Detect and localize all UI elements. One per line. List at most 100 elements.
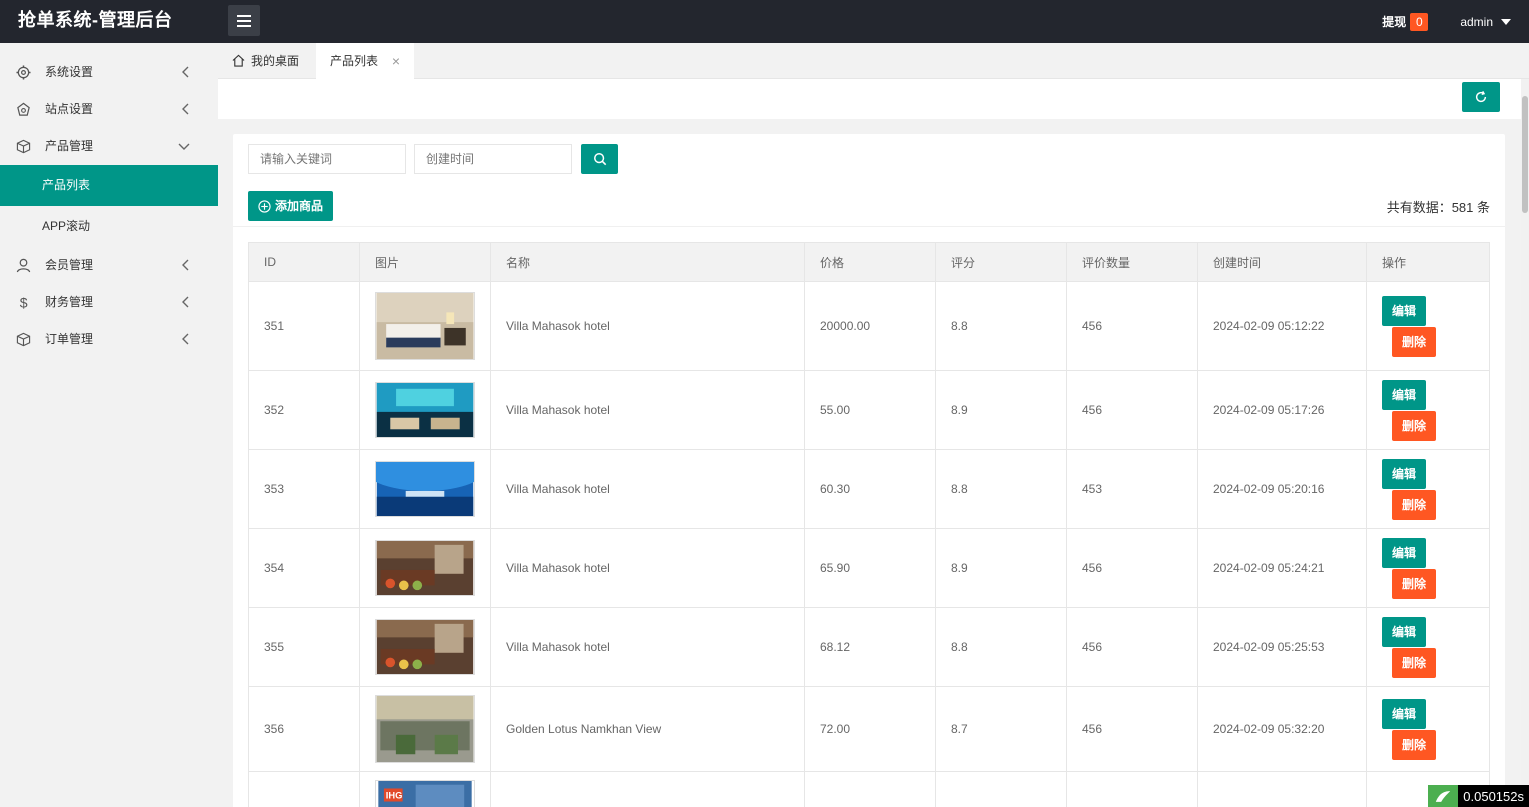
withdraw-link[interactable]: 提现 [1382,13,1406,30]
table-row: 351 Villa Mahasok hotel 20000.00 8.8 456 2024… [248,281,1490,371]
user-menu[interactable]: admin [1460,15,1493,29]
keyword-search-input[interactable] [248,144,406,174]
edit-button[interactable]: 编辑 [1382,458,1426,489]
chevron-left-icon [181,247,190,285]
sidebar-item-label: 会员管理 [45,258,94,272]
header-right: 提现 0 admin [1382,0,1529,43]
product-image[interactable] [375,540,475,596]
chevron-left-icon [181,91,190,129]
sidebar-item-label: 站点设置 [45,102,94,116]
refresh-button[interactable] [1462,82,1500,112]
cell-created: 2024-02-09 05:12:22 [1197,281,1367,371]
total-count: 共有数据：581 条 [1386,200,1490,215]
page-toolbar [218,79,1521,119]
cell-image: IHG [359,771,491,807]
site-icon [17,102,30,116]
cell-created: 2024-02-09 05:20:16 [1197,449,1367,529]
page-scrollbar[interactable] [1521,79,1529,807]
cell-name: Villa Mahasok hotel [490,370,805,450]
table-row: IHG [248,771,1490,807]
delete-button[interactable]: 删除 [1392,568,1436,599]
column-header: 评分 [935,242,1067,282]
refresh-icon [1475,90,1487,103]
cell-score: 8.8 [935,449,1067,529]
add-product-label: 添加商品 [275,199,324,213]
product-image[interactable] [375,619,475,675]
cell-created: 2024-02-09 05:24:21 [1197,528,1367,608]
caret-down-icon[interactable] [1501,18,1511,25]
cell-name: Villa Mahasok hotel [490,449,805,529]
cell-price [804,771,936,807]
cell-image [359,281,491,371]
cell-reviews: 456 [1066,528,1198,608]
chevron-left-icon [181,54,190,92]
delete-button[interactable]: 删除 [1392,326,1436,357]
delete-button[interactable]: 删除 [1392,647,1436,678]
cell-score: 8.9 [935,370,1067,450]
cell-id: 355 [248,607,360,687]
tab-home[interactable]: 我的桌面 [232,43,299,79]
cell-id: 351 [248,281,360,371]
cell-reviews [1066,771,1198,807]
product-image[interactable] [375,461,475,517]
column-header: 图片 [359,242,491,282]
delete-button[interactable]: 删除 [1392,489,1436,520]
sidebar-item-site-settings[interactable]: 站点设置 [0,91,218,128]
svg-text:$: $ [20,295,28,310]
product-image[interactable] [375,695,475,763]
add-product-button[interactable]: 添加商品 [248,191,334,221]
sidebar-item-member-management[interactable]: 会员管理 [0,247,218,284]
chevron-down-icon [178,128,190,165]
app-title: 抢单系统-管理后台 [18,10,173,30]
tab-product-list[interactable]: 产品列表 × [316,43,414,79]
cell-created: 2024-02-09 05:25:53 [1197,607,1367,687]
table-row: 353 Villa Mahasok hotel 60.30 8.8 453 2024-02… [248,449,1490,529]
sidebar-item-app-scroll[interactable]: APP滚动 [0,206,218,247]
sidebar-item-product-list[interactable]: 产品列表 [0,165,218,206]
cell-actions: 编辑 删除 [1366,281,1490,371]
menu-toggle-button[interactable] [228,5,260,36]
cell-name: Villa Mahasok hotel [490,281,805,371]
created-time-input[interactable] [414,144,572,174]
product-image[interactable]: IHG [375,780,475,807]
dollar-icon: $ [20,295,28,310]
sidebar: 系统设置 站点设置 产品管理 产品列表 APP滚动 会员管理 $ 财务管理 订单… [0,43,218,807]
chevron-left-icon [181,284,190,322]
search-button[interactable] [581,144,618,174]
sidebar-item-product-management[interactable]: 产品管理 [0,128,218,165]
table-row: 356 Golden Lotus Namkhan View 72.00 8.7 456 2… [248,686,1490,772]
render-timer: 0.050152s [1428,785,1529,807]
svg-text:IHG: IHG [386,791,403,801]
cell-image [359,686,491,772]
sidebar-item-system-settings[interactable]: 系统设置 [0,54,218,91]
sidebar-item-label: 系统设置 [45,65,94,79]
cell-actions: 编辑 删除 [1366,607,1490,687]
edit-button[interactable]: 编辑 [1382,537,1426,568]
edit-button[interactable]: 编辑 [1382,616,1426,647]
close-icon[interactable]: × [392,43,400,79]
product-image[interactable] [375,292,475,360]
product-image[interactable] [375,382,475,438]
edit-button[interactable]: 编辑 [1382,379,1426,410]
gear-icon [16,65,31,80]
cell-id: 356 [248,686,360,772]
edit-button[interactable]: 编辑 [1382,295,1426,326]
delete-button[interactable]: 删除 [1392,410,1436,441]
column-header: 评价数量 [1066,242,1198,282]
cell-price: 60.30 [804,449,936,529]
user-icon [16,258,31,273]
scrollbar-thumb[interactable] [1522,96,1528,213]
cell-image [359,607,491,687]
column-header: 创建时间 [1197,242,1367,282]
edit-button[interactable]: 编辑 [1382,698,1426,729]
delete-button[interactable]: 删除 [1392,729,1436,760]
sidebar-item-finance-management[interactable]: $ 财务管理 [0,284,218,321]
column-header: 操作 [1366,242,1490,282]
tab-label: 产品列表 [330,54,379,68]
cell-score: 8.9 [935,528,1067,608]
cell-image [359,528,491,608]
sidebar-item-label: 订单管理 [45,332,94,346]
sidebar-item-order-management[interactable]: 订单管理 [0,321,218,358]
cell-created: 2024-02-09 05:32:20 [1197,686,1367,772]
cell-score [935,771,1067,807]
